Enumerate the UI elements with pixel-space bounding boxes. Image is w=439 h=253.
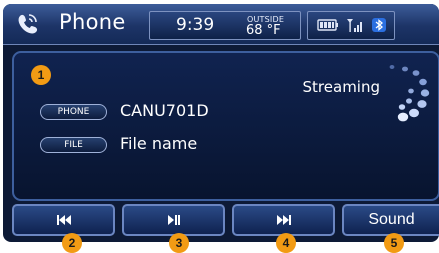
sound-button-label: Sound — [368, 211, 415, 228]
previous-track-button[interactable] — [12, 204, 115, 236]
play-pause-button[interactable] — [122, 204, 225, 236]
callout-badge-5: 5 — [384, 233, 404, 253]
streaming-spinner-icon — [389, 65, 430, 122]
file-tag: FILE — [40, 137, 107, 153]
clock-panel: 9:39 OUTSIDE 68 °F — [149, 11, 301, 40]
clock-time: 9:39 — [176, 15, 215, 35]
phone-name-value: CANU701D — [120, 101, 209, 120]
outside-temp-value: 68 °F — [246, 23, 281, 38]
callout-badge-1: 1 — [31, 65, 51, 85]
bluetooth-icon — [372, 18, 386, 32]
callout-badge-2: 2 — [62, 233, 82, 253]
phone-handset-icon — [18, 14, 38, 34]
play-pause-icon — [167, 215, 180, 225]
callout-badge-4: 4 — [276, 233, 296, 253]
file-name-value: File name — [120, 134, 198, 153]
previous-track-icon — [56, 215, 71, 225]
sound-button[interactable]: Sound — [342, 204, 439, 236]
header-bar: Phone 9:39 OUTSIDE 68 °F — [3, 4, 439, 45]
phone-tag: PHONE — [40, 104, 107, 120]
battery-icon — [317, 19, 338, 31]
callout-badge-3: 3 — [169, 233, 189, 253]
next-track-button[interactable] — [232, 204, 335, 236]
app-title: Phone — [59, 10, 126, 34]
next-track-icon — [276, 215, 291, 225]
streaming-label: Streaming — [302, 78, 380, 96]
status-panel — [307, 11, 395, 40]
head-unit-screen: Phone 9:39 OUTSIDE 68 °F 1 Streaming PHO… — [3, 4, 439, 242]
signal-icon — [347, 19, 362, 32]
now-playing-panel: 1 Streaming PHONE CANU701D FILE File nam… — [12, 51, 439, 201]
